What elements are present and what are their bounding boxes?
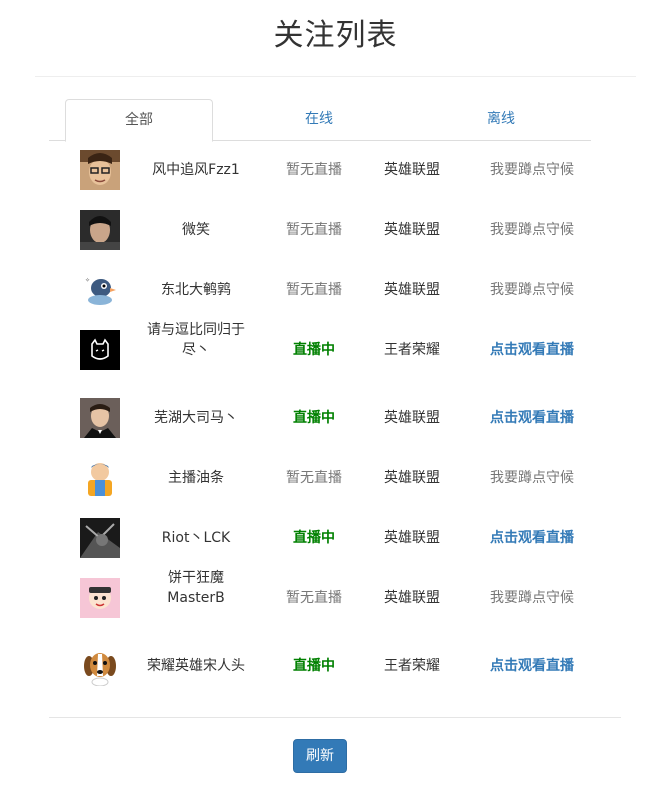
wait-notify-text: 我要蹲点守候 <box>490 590 574 606</box>
streamer-name: 荣耀英雄宋人头 <box>147 658 245 674</box>
streamer-name: Riot丶LCK <box>161 530 231 546</box>
live-status: 直播中 <box>293 530 335 546</box>
watch-live-link[interactable]: 点击观看直播 <box>470 528 594 548</box>
game-name: 英雄联盟 <box>384 590 440 606</box>
tab-offline[interactable]: 离线 <box>425 99 577 141</box>
avatar-black-cat-logo <box>80 330 120 370</box>
game-name: 王者荣耀 <box>384 342 440 358</box>
streamer-name: 风中追风Fzz1 <box>152 162 240 178</box>
game-name: 英雄联盟 <box>384 282 440 298</box>
wait-notify-text: 我要蹲点守候 <box>490 282 574 298</box>
game-name: 英雄联盟 <box>384 470 440 486</box>
live-status: 直播中 <box>293 658 335 674</box>
avatar-cartoon-boy <box>80 458 120 498</box>
tab-all[interactable]: 全部 <box>65 99 213 142</box>
avatar-dark-man <box>80 210 120 250</box>
list-divider <box>49 717 621 718</box>
avatar-glasses-man <box>80 150 120 190</box>
title-divider <box>35 76 636 77</box>
watch-live-link[interactable]: 点击观看直播 <box>470 340 594 360</box>
live-status: 直播中 <box>293 342 335 358</box>
game-name: 王者荣耀 <box>384 658 440 674</box>
svg-text:✧: ✧ <box>85 277 90 284</box>
refresh-button[interactable]: 刷新 <box>293 739 347 773</box>
avatar-dark-abstract <box>80 518 120 558</box>
streamer-name: 请与逗比同归于 尽丶 <box>147 322 245 358</box>
wait-notify-text: 我要蹲点守候 <box>490 162 574 178</box>
tab-online[interactable]: 在线 <box>243 99 395 141</box>
streamer-name: 饼干狂魔 MasterB <box>167 570 225 606</box>
streamer-name: 主播油条 <box>168 470 224 486</box>
watch-live-link[interactable]: 点击观看直播 <box>470 656 594 676</box>
game-name: 英雄联盟 <box>384 410 440 426</box>
avatar-beagle-dog <box>80 646 120 686</box>
live-status: 暂无直播 <box>286 590 342 606</box>
game-name: 英雄联盟 <box>384 162 440 178</box>
filter-tabs: 全部 在线 离线 <box>49 99 591 142</box>
wait-notify-text: 我要蹲点守候 <box>490 470 574 486</box>
avatar-cartoon-bird: ✧ <box>80 270 120 310</box>
live-status: 暂无直播 <box>286 470 342 486</box>
live-status: 直播中 <box>293 410 335 426</box>
avatar-pink-cartoon <box>80 578 120 618</box>
page-title: 关注列表 <box>273 18 398 53</box>
streamer-name: 东北大鹌鹑 <box>161 282 231 298</box>
watch-live-link[interactable]: 点击观看直播 <box>470 408 594 428</box>
live-status: 暂无直播 <box>286 222 342 238</box>
streamer-name: 微笑 <box>182 222 210 238</box>
live-status: 暂无直播 <box>286 282 342 298</box>
avatar-suit-man <box>80 398 120 438</box>
live-status: 暂无直播 <box>286 162 342 178</box>
game-name: 英雄联盟 <box>384 222 440 238</box>
wait-notify-text: 我要蹲点守候 <box>490 222 574 238</box>
streamer-name: 芜湖大司马丶 <box>154 410 238 426</box>
game-name: 英雄联盟 <box>384 530 440 546</box>
